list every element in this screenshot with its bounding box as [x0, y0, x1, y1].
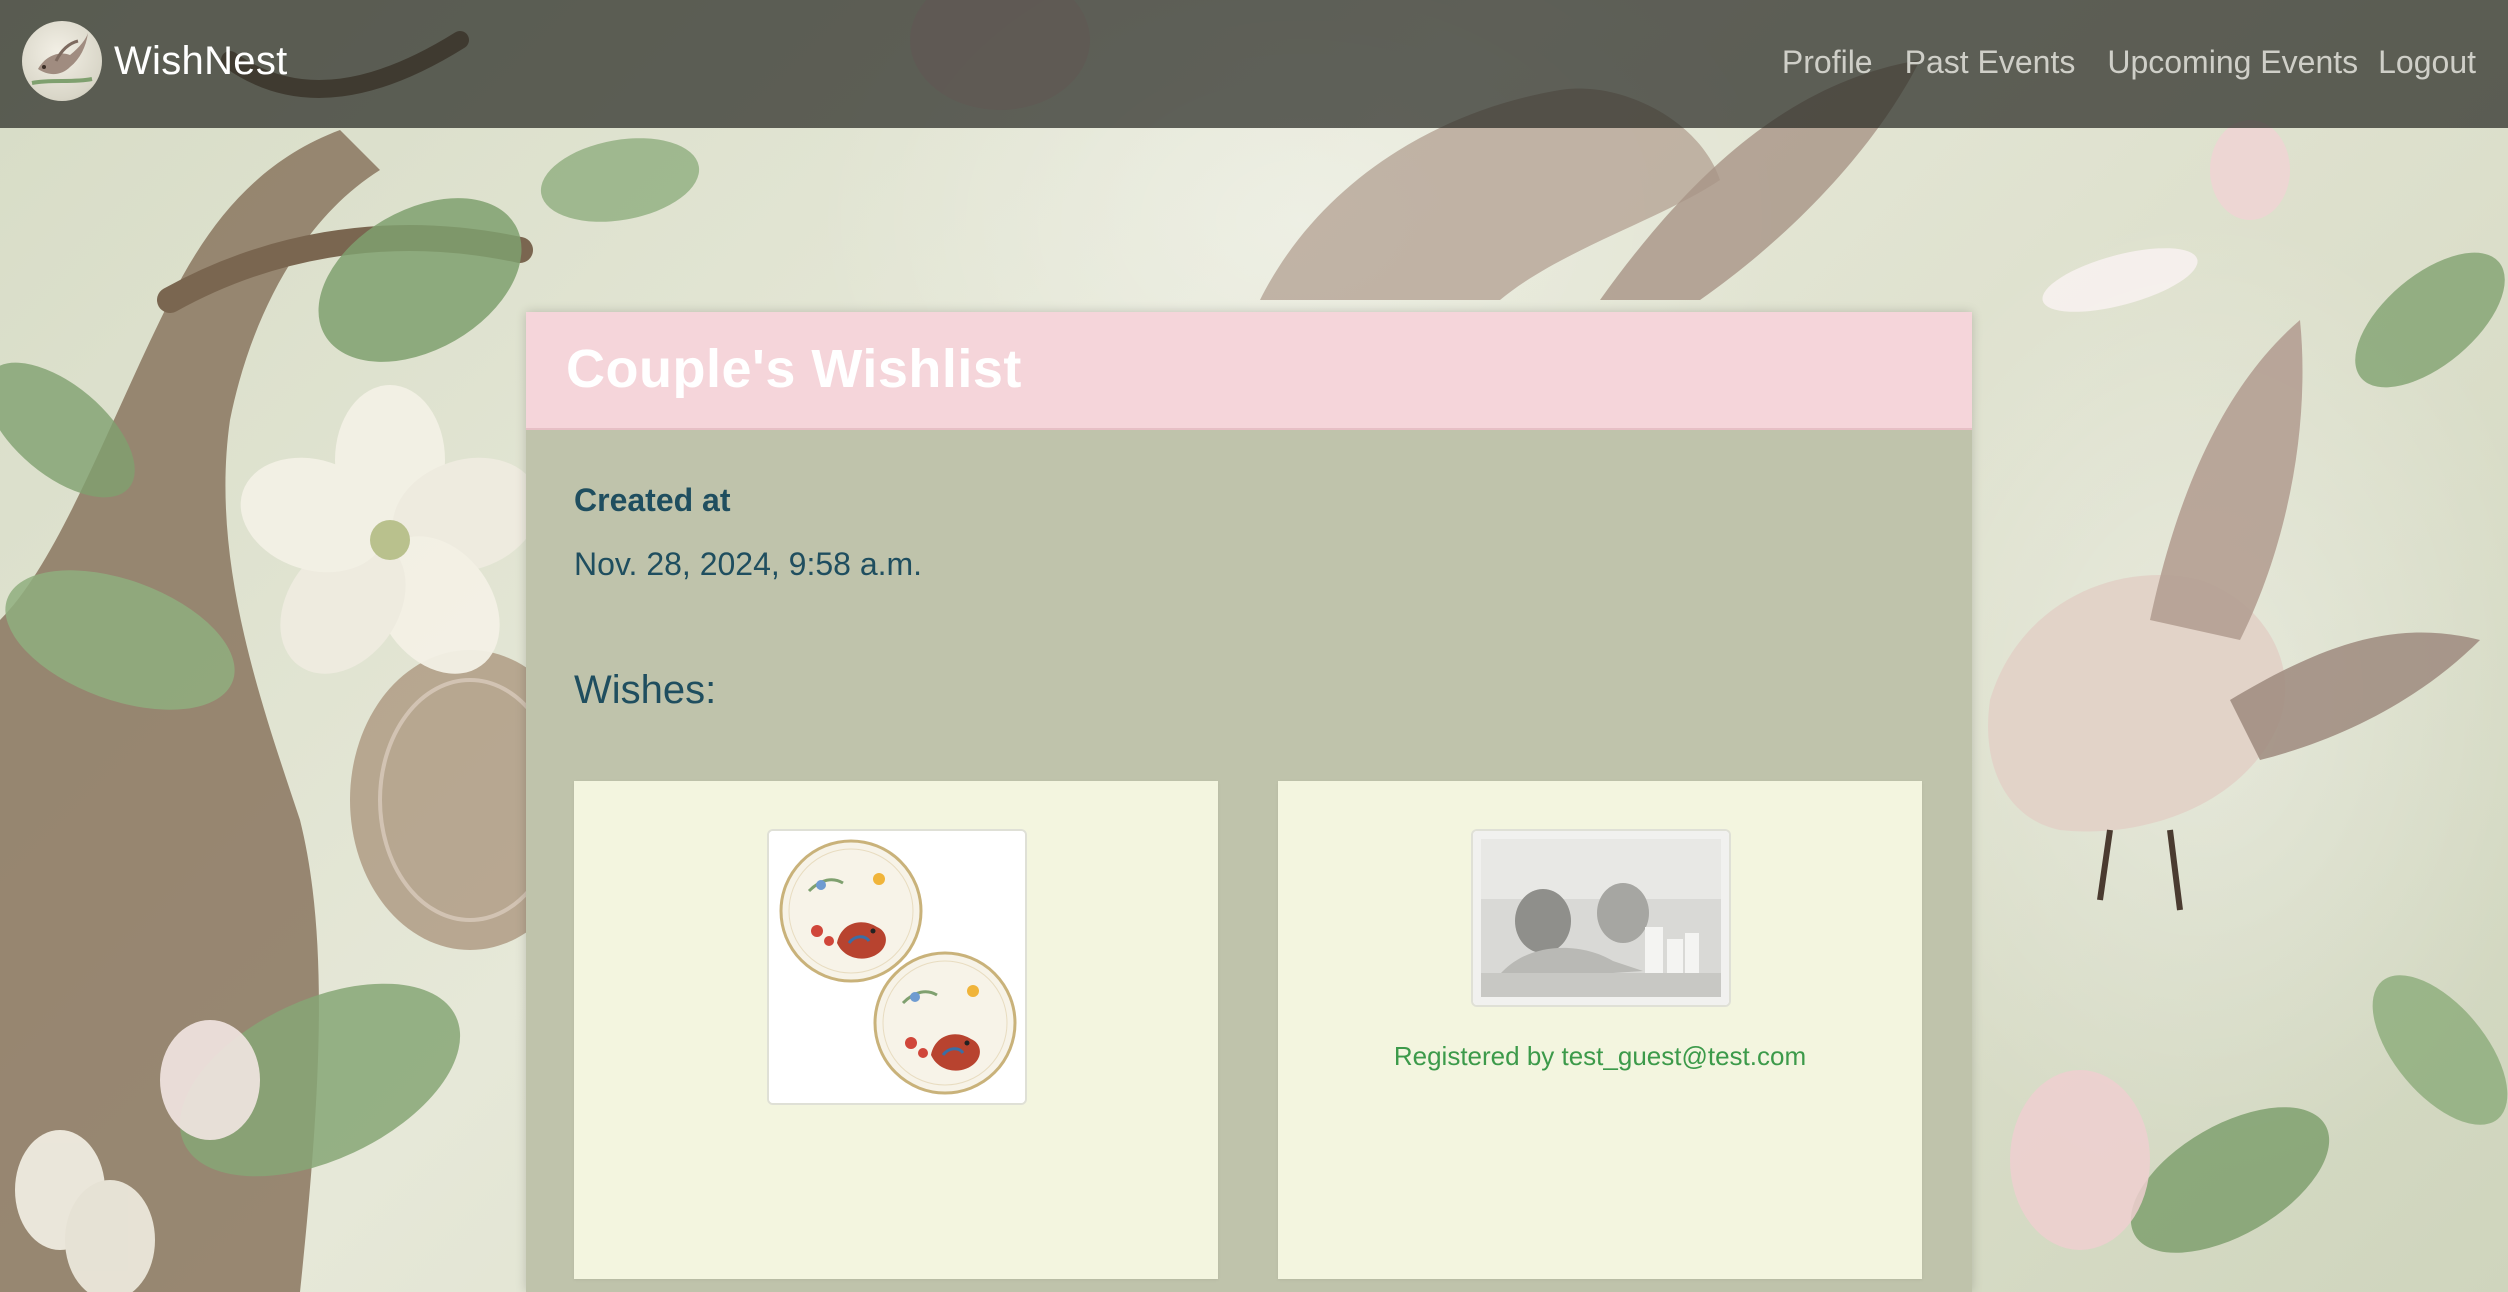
bird-logo-icon: [22, 21, 102, 101]
top-navbar: WishNest Profile Past Events Upcoming Ev…: [0, 0, 2508, 128]
registered-by-text: Registered by test_guest@test.com: [1393, 1041, 1807, 1071]
wishlist-title: Couple's Wishlist: [566, 339, 1022, 399]
wishlist-header: Couple's Wishlist: [526, 312, 1972, 430]
brand-link[interactable]: WishNest: [22, 20, 288, 102]
brand-name: WishNest: [114, 38, 288, 83]
nav-profile-link[interactable]: Profile: [1782, 40, 1873, 84]
couple-spa-photo-image[interactable]: [1471, 829, 1731, 1007]
wishlist-card: Couple's Wishlist Created at Nov. 28, 20…: [526, 312, 1972, 1292]
nav-links: Profile Past Events Upcoming Events Logo…: [1750, 40, 2476, 84]
wish-card[interactable]: Registered by test_guest@test.com: [1278, 781, 1922, 1279]
wishes-heading: Wishes:: [574, 668, 717, 712]
nav-logout-link[interactable]: Logout: [2378, 40, 2476, 84]
wish-card[interactable]: [574, 781, 1218, 1279]
nav-past-events-link[interactable]: Past Events: [1905, 40, 2076, 84]
nav-upcoming-events-link[interactable]: Upcoming Events: [2107, 40, 2358, 84]
decorative-plates-image[interactable]: [767, 829, 1027, 1105]
created-at-label: Created at: [574, 482, 731, 518]
created-at-value: Nov. 28, 2024, 9:58 a.m.: [574, 546, 923, 582]
